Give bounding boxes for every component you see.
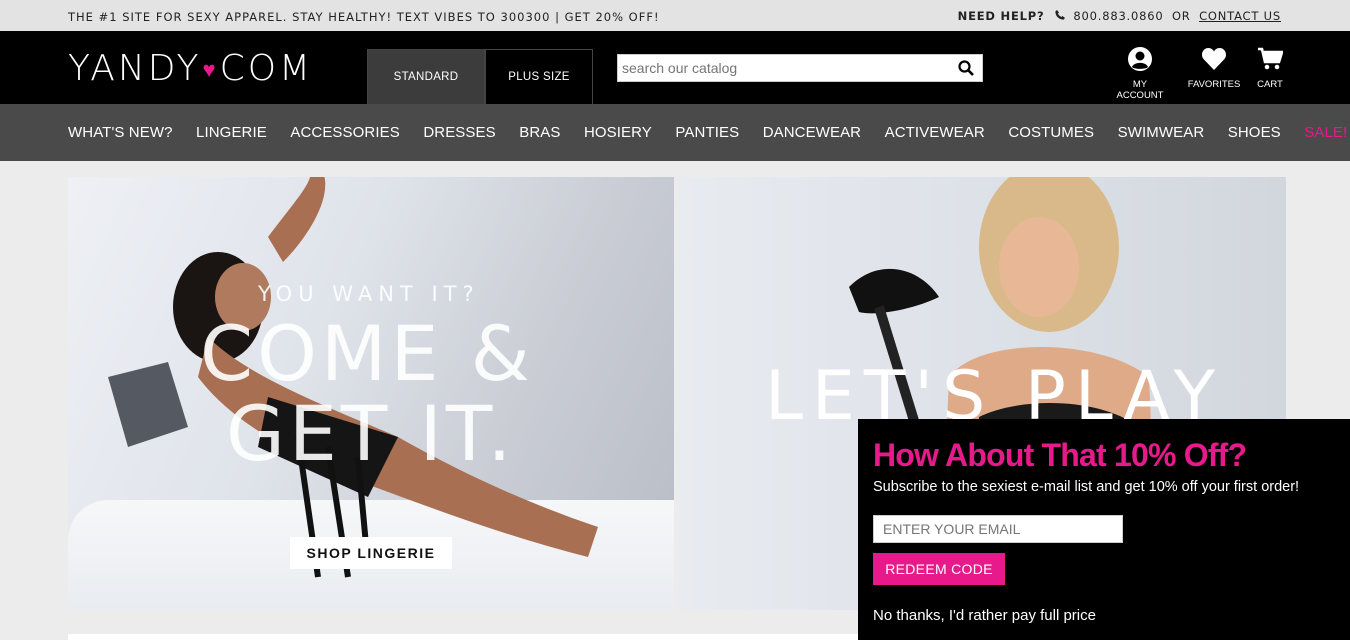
tab-standard[interactable]: STANDARD	[367, 49, 485, 105]
nav-lingerie[interactable]: LINGERIE	[196, 124, 267, 141]
favorites-label: FAVORITES	[1187, 79, 1241, 90]
my-account-link[interactable]: MY ACCOUNT	[1110, 46, 1170, 101]
nav-shoes[interactable]: SHOES	[1228, 124, 1281, 141]
shop-lingerie-button[interactable]: SHOP LINGERIE	[290, 537, 452, 569]
tab-plus-size[interactable]: PLUS SIZE	[485, 49, 593, 105]
popup-subtitle: Subscribe to the sexiest e-mail list and…	[873, 479, 1300, 495]
nav-panties[interactable]: PANTIES	[675, 124, 739, 141]
hero-line-2: GET IT.	[226, 389, 516, 478]
nav-whats-new[interactable]: WHAT'S NEW?	[68, 124, 173, 141]
help-contact: NEED HELP? 800.883.0860 OR CONTACT US	[958, 9, 1281, 23]
search-icon[interactable]	[958, 60, 974, 81]
search-input[interactable]	[622, 59, 942, 77]
heart-icon	[1186, 46, 1242, 75]
cart-icon	[1254, 46, 1286, 75]
cart-link[interactable]: CART	[1254, 46, 1286, 90]
popup-title: How About That 10% Off?	[873, 437, 1247, 473]
need-help-label: NEED HELP?	[957, 9, 1045, 23]
or-text: OR	[1171, 9, 1191, 23]
heart-logo-icon: ♥	[202, 58, 219, 83]
content-strip	[68, 634, 868, 640]
hero-banner-lingerie[interactable]: YOU WANT IT? COME & GET IT. SHOP LINGERI…	[68, 177, 674, 610]
nav-hosiery[interactable]: HOSIERY	[584, 124, 652, 141]
phone-icon	[1055, 9, 1065, 23]
nav-dancewear[interactable]: DANCEWEAR	[763, 124, 861, 141]
my-account-label: MY ACCOUNT	[1116, 79, 1164, 101]
nav-dresses[interactable]: DRESSES	[423, 124, 495, 141]
email-signup-popup: How About That 10% Off? Subscribe to the…	[858, 419, 1350, 640]
yandy-logo[interactable]: YANDY♥COM	[68, 48, 313, 89]
nav-bras[interactable]: BRAS	[519, 124, 560, 141]
nav-accessories[interactable]: ACCESSORIES	[290, 124, 399, 141]
hero-line-1: COME &	[200, 309, 534, 398]
main-navigation: WHAT'S NEW? LINGERIE ACCESSORIES DRESSES…	[0, 104, 1350, 161]
nav-swimwear[interactable]: SWIMWEAR	[1118, 124, 1205, 141]
cart-label: CART	[1257, 79, 1283, 90]
phone-number[interactable]: 800.883.0860	[1073, 9, 1163, 23]
no-thanks-link[interactable]: No thanks, I'd rather pay full price	[873, 607, 1096, 624]
nav-costumes[interactable]: COSTUMES	[1008, 124, 1094, 141]
redeem-code-button[interactable]: REDEEM CODE	[873, 553, 1005, 585]
search-box	[617, 54, 983, 82]
user-icon	[1110, 46, 1170, 75]
favorites-link[interactable]: FAVORITES	[1186, 46, 1242, 90]
size-tabs: STANDARD PLUS SIZE	[367, 49, 593, 105]
promo-text: THE #1 SITE FOR SEXY APPAREL. STAY HEALT…	[68, 10, 660, 24]
logo-text-right: COM	[219, 48, 314, 89]
contact-us-link[interactable]: CONTACT US	[1199, 9, 1281, 23]
logo-text-left: YANDY	[68, 48, 202, 89]
announcement-bar: THE #1 SITE FOR SEXY APPAREL. STAY HEALT…	[0, 0, 1350, 31]
hero-kicker: YOU WANT IT?	[258, 282, 480, 306]
nav-sale[interactable]: SALE!	[1304, 124, 1347, 141]
nav-activewear[interactable]: ACTIVEWEAR	[885, 124, 985, 141]
email-field[interactable]	[873, 515, 1123, 543]
